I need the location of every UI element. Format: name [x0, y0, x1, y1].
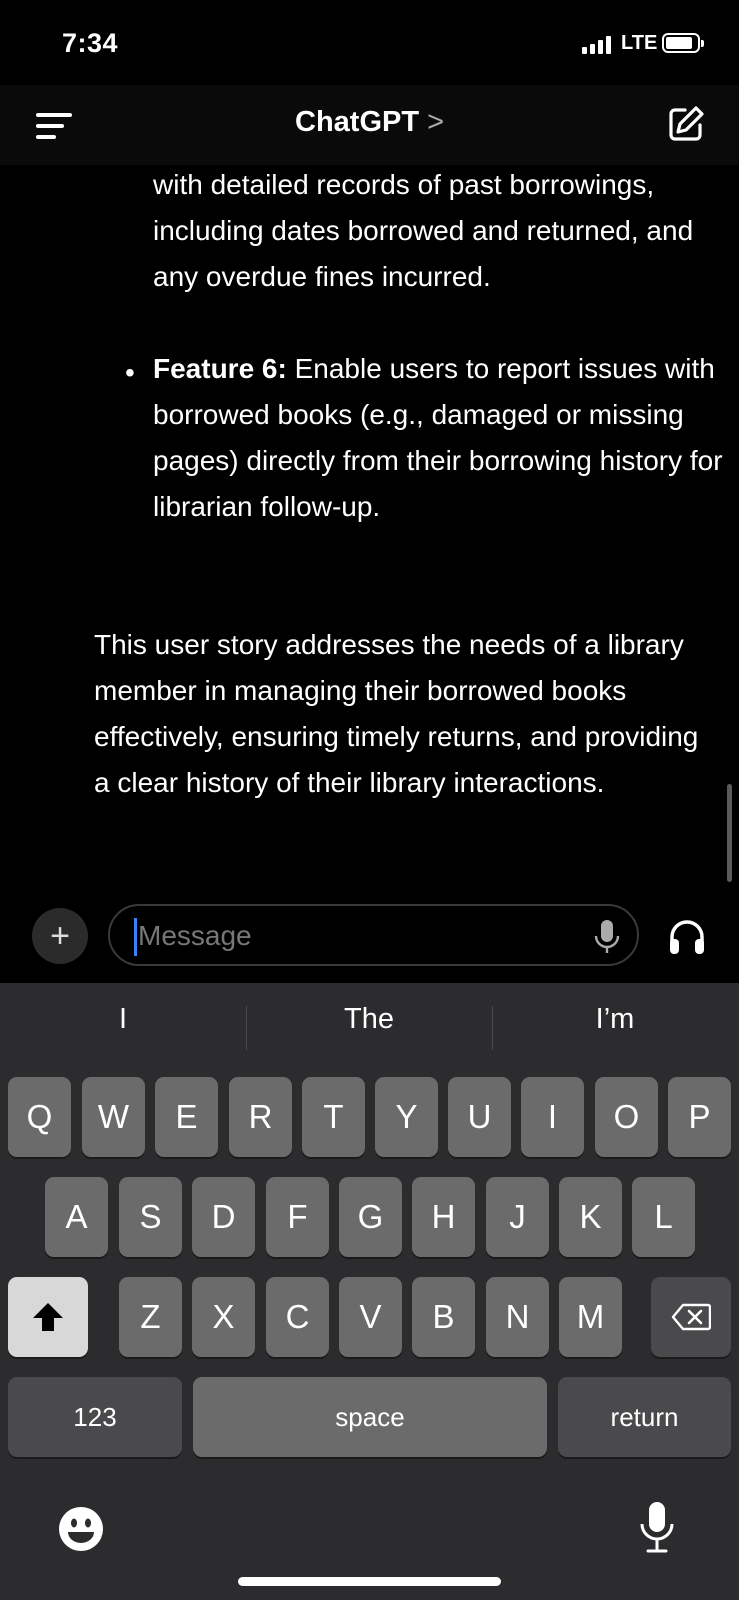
- feature-6-list-item: Feature 6: Enable users to report issues…: [153, 346, 723, 530]
- key-k[interactable]: K: [559, 1177, 622, 1257]
- key-s[interactable]: S: [119, 1177, 182, 1257]
- keyboard-dictation-mic-icon[interactable]: [639, 1500, 675, 1554]
- key-z[interactable]: Z: [119, 1277, 182, 1357]
- key-w[interactable]: W: [82, 1077, 145, 1157]
- key-o[interactable]: O: [595, 1077, 658, 1157]
- model-selector[interactable]: ChatGPT >: [0, 106, 739, 139]
- suggestion-1[interactable]: I: [0, 1003, 246, 1036]
- key-a[interactable]: A: [45, 1177, 108, 1257]
- voice-mode-headphones-icon[interactable]: [668, 918, 706, 956]
- key-d[interactable]: D: [192, 1177, 255, 1257]
- scrollbar[interactable]: [727, 784, 732, 882]
- key-b[interactable]: B: [412, 1277, 475, 1357]
- key-v[interactable]: V: [339, 1277, 402, 1357]
- key-f[interactable]: F: [266, 1177, 329, 1257]
- feature-label: Feature 6:: [153, 353, 287, 384]
- backspace-icon: [671, 1303, 711, 1331]
- assistant-message-text: with detailed records of past borrowings…: [153, 169, 694, 292]
- shift-key[interactable]: [8, 1277, 88, 1357]
- signal-icon: [582, 36, 612, 54]
- space-key[interactable]: space: [193, 1377, 547, 1457]
- key-t[interactable]: T: [302, 1077, 365, 1157]
- suggestion-2[interactable]: The: [246, 1003, 492, 1036]
- key-h[interactable]: H: [412, 1177, 475, 1257]
- key-n[interactable]: N: [486, 1277, 549, 1357]
- key-c[interactable]: C: [266, 1277, 329, 1357]
- key-i[interactable]: I: [521, 1077, 584, 1157]
- message-input[interactable]: [136, 912, 580, 960]
- backspace-key[interactable]: [651, 1277, 731, 1357]
- key-y[interactable]: Y: [375, 1077, 438, 1157]
- key-p[interactable]: P: [668, 1077, 731, 1157]
- dictation-mic-icon[interactable]: [594, 919, 620, 955]
- numbers-key[interactable]: 123: [8, 1377, 182, 1457]
- new-chat-edit-icon[interactable]: [666, 104, 706, 144]
- suggestion-3[interactable]: I’m: [492, 1003, 738, 1036]
- key-q[interactable]: Q: [8, 1077, 71, 1157]
- key-r[interactable]: R: [229, 1077, 292, 1157]
- page-title: ChatGPT: [295, 106, 420, 138]
- return-key[interactable]: return: [558, 1377, 731, 1457]
- key-g[interactable]: G: [339, 1177, 402, 1257]
- key-l[interactable]: L: [632, 1177, 695, 1257]
- key-m[interactable]: M: [559, 1277, 622, 1357]
- key-j[interactable]: J: [486, 1177, 549, 1257]
- home-indicator[interactable]: [238, 1577, 501, 1586]
- add-attachment-button[interactable]: +: [32, 908, 88, 964]
- key-u[interactable]: U: [448, 1077, 511, 1157]
- key-e[interactable]: E: [155, 1077, 218, 1157]
- battery-icon: [662, 33, 704, 53]
- key-x[interactable]: X: [192, 1277, 255, 1357]
- status-time: 7:34: [62, 28, 119, 58]
- shift-arrow-icon: [33, 1303, 63, 1331]
- emoji-icon[interactable]: [57, 1505, 105, 1553]
- bullet-marker: •: [125, 357, 135, 388]
- chevron-right-icon: >: [427, 106, 444, 138]
- network-type: LTE: [621, 32, 658, 54]
- summary-paragraph: This user story addresses the needs of a…: [94, 629, 699, 798]
